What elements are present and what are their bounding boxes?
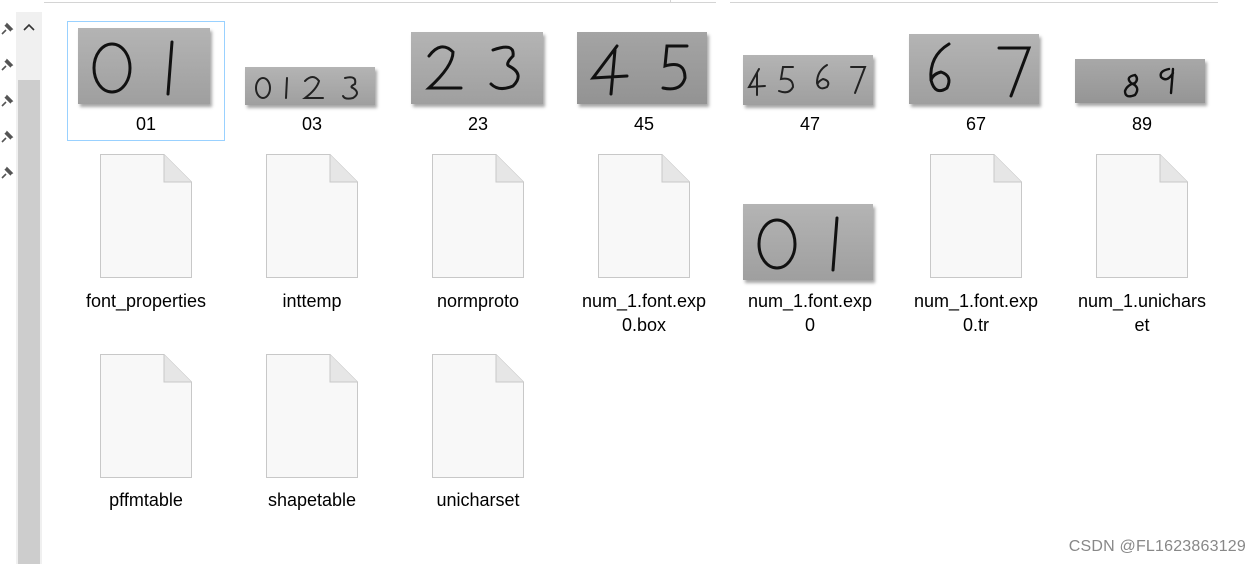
pin-icon[interactable] [0,166,14,180]
image-thumbnail [743,204,873,280]
toolbar-divider [670,0,671,3]
file-name: 03 [301,114,323,134]
scrollbar-thumb[interactable] [18,80,40,564]
file-name: normproto [436,291,520,311]
file-item[interactable]: num_1.unichars et [1064,154,1220,344]
file-item[interactable]: 01 [67,21,225,141]
blank-document-icon [100,354,192,478]
file-item[interactable]: 47 [732,22,888,140]
blank-document-icon [598,154,690,278]
pin-icon[interactable] [0,94,14,108]
file-name: 45 [633,114,655,134]
file-name: num_1.font.exp 0.box [581,291,707,335]
file-item[interactable]: inttemp [234,154,390,344]
image-thumbnail [1075,59,1205,103]
file-name: 89 [1131,114,1153,134]
file-name: shapetable [267,490,357,510]
file-item[interactable]: 03 [234,22,390,140]
search-box-edge [730,0,1218,3]
image-thumbnail [909,34,1039,104]
pin-icon[interactable] [0,22,14,36]
blank-document-icon [1096,154,1188,278]
file-name: unicharset [436,490,520,510]
file-name: 67 [965,114,987,134]
file-item[interactable]: unicharset [400,354,556,518]
blank-document-icon [432,354,524,478]
file-item[interactable]: shapetable [234,354,390,518]
blank-document-icon [930,154,1022,278]
image-thumbnail [411,32,543,104]
blank-document-icon [432,154,524,278]
pin-icon[interactable] [0,58,14,72]
chevron-up-icon [23,23,35,31]
file-item[interactable]: normproto [400,154,556,344]
image-thumbnail [245,67,375,105]
pin-icon[interactable] [0,130,14,144]
file-item[interactable]: font_properties [68,154,224,344]
file-name: 01 [135,114,157,134]
file-item[interactable]: 89 [1064,22,1220,140]
file-name: pffmtable [109,490,183,510]
file-name: num_1.unichars et [1077,291,1207,335]
scroll-up-button[interactable] [16,12,42,42]
file-item[interactable]: pffmtable [68,354,224,518]
address-bar-edge [44,0,716,3]
file-item[interactable]: 23 [400,22,556,140]
file-item[interactable]: num_1.font.exp 0.tr [898,154,1054,344]
image-thumbnail [78,28,210,104]
file-name: inttemp [282,291,342,311]
image-thumbnail [577,32,707,104]
file-name: num_1.font.exp 0 [747,291,873,335]
file-name: 23 [467,114,489,134]
file-item[interactable]: 45 [566,22,722,140]
watermark: CSDN @FL1623863129 [1068,538,1246,555]
blank-document-icon [266,154,358,278]
blank-document-icon [266,354,358,478]
file-name: num_1.font.exp 0.tr [913,291,1039,335]
file-name: 47 [799,114,821,134]
file-item[interactable]: num_1.font.exp 0 [732,154,888,344]
blank-document-icon [100,154,192,278]
file-item[interactable]: num_1.font.exp 0.box [566,154,722,344]
file-name: font_properties [85,291,207,311]
image-thumbnail [743,55,873,105]
file-item[interactable]: 67 [898,22,1054,140]
